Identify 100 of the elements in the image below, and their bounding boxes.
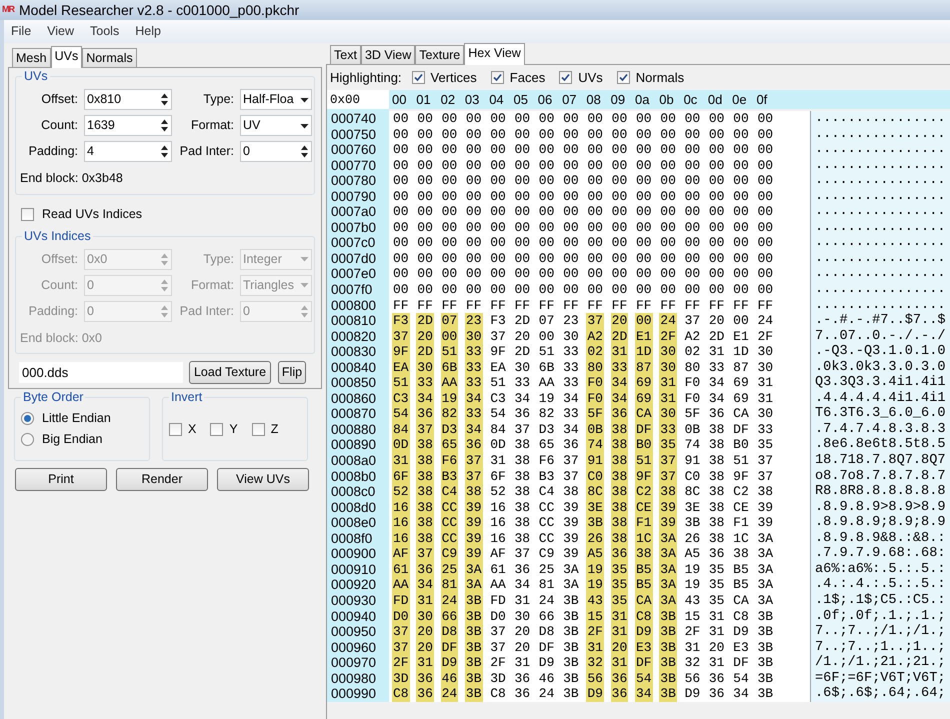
menu-item[interactable]: Tools [90, 22, 120, 41]
hex-byte: 3D [489, 670, 507, 686]
hex-byte: 69 [634, 390, 653, 406]
checkbox-label: Faces [510, 68, 546, 87]
hex-byte: 31 [708, 624, 726, 640]
hex-byte: FD [489, 592, 507, 608]
hex-byte: 00 [513, 235, 532, 251]
hex-byte: 91 [586, 453, 604, 469]
offset-field[interactable]: 0x00 [327, 90, 389, 109]
texture-button[interactable]: Flip [278, 361, 306, 384]
hex-byte: 38 [708, 500, 726, 516]
checkbox[interactable] [210, 422, 224, 436]
tab[interactable]: Normals [82, 48, 137, 67]
spin-field[interactable]: 1639 [84, 115, 172, 136]
address-cell: 000910 [327, 562, 389, 578]
menu-item[interactable]: Help [135, 22, 161, 41]
hex-byte: 2F [392, 655, 410, 671]
hex-byte: 54 [634, 670, 653, 686]
checkbox[interactable] [169, 422, 182, 436]
hex-byte: 00 [659, 250, 677, 266]
hex-byte: 00 [440, 173, 458, 189]
hex-byte: 00 [538, 126, 556, 142]
hex-byte: 36 [562, 437, 580, 454]
dropdown[interactable]: UV [240, 115, 312, 136]
hex-byte: 1C [732, 530, 750, 546]
hex-byte: A5 [586, 546, 604, 562]
hex-byte: 31 [610, 608, 628, 624]
hex-byte: 00 [708, 111, 726, 127]
checkbox[interactable] [490, 71, 504, 84]
hex-byte: 00 [562, 111, 580, 127]
spin-field[interactable]: 4 [84, 141, 172, 162]
hex-byte: 36 [610, 670, 628, 686]
hex-byte: 00 [513, 142, 532, 158]
hex-byte: 00 [562, 173, 580, 189]
hex-byte: 02 [586, 344, 604, 360]
file-name-field[interactable]: 000.dds [19, 362, 183, 384]
texture-button[interactable]: Load Texture [189, 361, 271, 384]
hex-byte: B5 [634, 562, 653, 578]
hex-byte: 3B [659, 670, 677, 686]
checkbox[interactable] [412, 71, 425, 84]
address-cell: 000860 [327, 390, 389, 406]
dropdown[interactable]: Half-Floa [240, 89, 312, 110]
hex-byte: 80 [684, 360, 702, 376]
tab[interactable]: Hex View [464, 43, 525, 65]
hex-byte: 00 [634, 266, 653, 282]
tab[interactable]: 3D View [360, 45, 416, 64]
ascii-text: ................ [810, 250, 950, 266]
hex-byte: 00 [489, 142, 507, 158]
hex-byte: CA [732, 592, 750, 608]
radio-button[interactable] [21, 412, 34, 425]
hex-byte: 39 [562, 546, 580, 562]
hex-byte: 31 [610, 624, 628, 640]
tab[interactable]: Mesh [12, 48, 51, 67]
tab[interactable]: Text [330, 45, 361, 64]
tab[interactable]: UVs [50, 46, 82, 68]
hex-byte: 38 [708, 437, 726, 454]
hex-byte: 00 [732, 173, 750, 189]
hex-byte: 00 [756, 235, 774, 251]
hex-byte: 00 [440, 188, 458, 204]
hex-byte: 38 [416, 468, 434, 484]
hex-byte: 00 [684, 266, 702, 282]
spin-field[interactable]: 0x810 [84, 89, 172, 110]
radio-button[interactable] [21, 433, 34, 446]
address-cell: 0007b0 [327, 220, 389, 236]
menu-item[interactable]: View [47, 22, 74, 41]
hex-byte: 30 [659, 360, 677, 376]
hex-byte: 23 [562, 313, 580, 329]
menu-item[interactable]: File [11, 22, 32, 41]
checkbox[interactable] [616, 71, 630, 84]
hex-byte: F3 [489, 313, 507, 329]
spin-field[interactable]: 0 [240, 141, 312, 162]
tab[interactable]: Texture [415, 45, 464, 64]
hex-byte: 30 [756, 344, 774, 360]
end-block-label: End block: 0x0 [20, 330, 103, 346]
hex-byte: 5F [684, 406, 702, 422]
hex-byte: 00 [416, 111, 434, 127]
hex-byte: B5 [732, 562, 750, 578]
checkbox[interactable] [21, 208, 34, 221]
checkbox[interactable] [559, 71, 572, 84]
field-label: Count: [40, 276, 79, 294]
ascii-text: ................ [810, 188, 950, 204]
checkbox[interactable] [252, 422, 265, 436]
hex-byte: 00 [464, 220, 482, 236]
action-button[interactable]: View UVs [217, 468, 309, 491]
hex-byte: 00 [732, 313, 750, 329]
hex-byte: 37 [586, 313, 604, 329]
hex-byte: 2F [684, 624, 702, 640]
hex-byte: 00 [538, 142, 556, 158]
checkbox-label: Normals [636, 68, 684, 87]
spin-arrows-icon [300, 304, 309, 318]
hex-byte: 07 [440, 313, 458, 329]
hex-byte: 6B [538, 360, 556, 376]
hex-byte: 32 [684, 655, 702, 671]
hex-byte: 6B [440, 360, 458, 376]
action-button[interactable]: Render [116, 468, 208, 491]
hex-byte: 00 [659, 266, 677, 282]
hex-byte: 00 [684, 250, 702, 266]
hex-byte: 38 [708, 530, 726, 546]
hex-byte: 15 [684, 608, 702, 624]
action-button[interactable]: Print [15, 468, 107, 491]
